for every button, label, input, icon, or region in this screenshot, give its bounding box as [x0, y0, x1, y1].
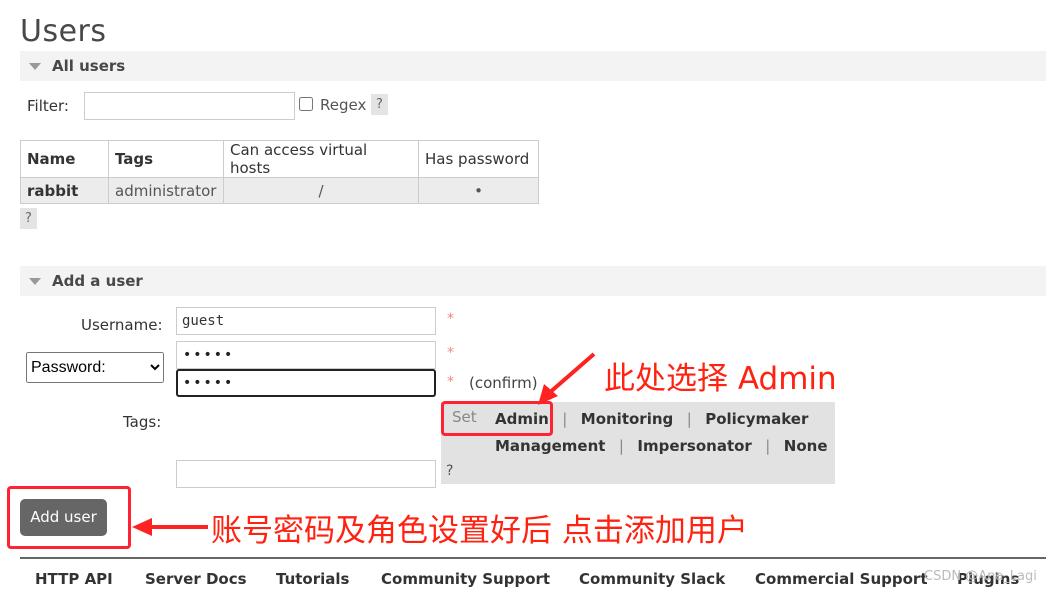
footer-link-tutorials[interactable]: Tutorials — [276, 570, 349, 588]
add-user-highlight-box — [7, 486, 131, 549]
page-title: Users — [20, 14, 107, 49]
table-row[interactable]: rabbit administrator / • — [20, 177, 539, 204]
tag-option-monitoring[interactable]: Monitoring — [581, 410, 673, 428]
password-required-mark: * — [447, 345, 454, 361]
filter-input[interactable] — [84, 92, 295, 120]
column-header-tags: Tags — [108, 140, 224, 178]
users-table: Name Tags Can access virtual hosts Has p… — [20, 140, 539, 204]
user-name-link[interactable]: rabbit — [20, 177, 109, 204]
confirm-label: (confirm) — [469, 374, 538, 392]
user-vhosts: / — [223, 177, 419, 204]
add-user-annotation-text: 账号密码及角色设置好后 点击添加用户 — [211, 513, 748, 549]
table-header-row: Name Tags Can access virtual hosts Has p… — [20, 140, 539, 178]
column-header-has-password: Has password — [418, 140, 539, 178]
footer-link-community-slack[interactable]: Community Slack — [579, 570, 725, 588]
tag-options-row-2: Management | Impersonator | None — [495, 437, 828, 455]
column-header-name: Name — [20, 140, 109, 178]
footer-link-http-api[interactable]: HTTP API — [35, 570, 113, 588]
username-required-mark: * — [447, 311, 454, 327]
tags-help-button[interactable]: ? — [446, 463, 453, 479]
filter-help-button[interactable]: ? — [371, 94, 388, 115]
tag-option-policymaker[interactable]: Policymaker — [705, 410, 808, 428]
collapse-triangle-icon — [29, 63, 41, 70]
filter-label: Filter: — [27, 97, 69, 115]
column-header-vhosts: Can access virtual hosts — [223, 140, 419, 178]
tag-separator: | — [765, 437, 771, 455]
tag-option-none[interactable]: None — [784, 437, 828, 455]
all-users-section-label: All users — [52, 57, 126, 75]
user-has-password: • — [418, 177, 539, 204]
admin-arrow-icon — [538, 352, 596, 405]
footer-link-community-support[interactable]: Community Support — [381, 570, 550, 588]
user-tags: administrator — [108, 177, 224, 204]
tags-input[interactable] — [176, 460, 436, 488]
password-mode-select[interactable]: Password: — [26, 352, 164, 383]
tag-option-impersonator[interactable]: Impersonator — [637, 437, 751, 455]
tag-separator: | — [686, 410, 692, 428]
regex-label: Regex — [320, 96, 367, 114]
collapse-triangle-icon — [29, 278, 41, 285]
footer-link-server-docs[interactable]: Server Docs — [145, 570, 247, 588]
footer-divider — [20, 557, 1046, 559]
tags-label: Tags: — [123, 413, 162, 431]
add-user-section-label: Add a user — [52, 272, 143, 290]
add-user-section-header[interactable]: Add a user — [20, 266, 1046, 296]
watermark: CSDN @Ana_Lagi — [924, 569, 1037, 584]
all-users-section-header[interactable]: All users — [20, 51, 1046, 81]
username-label: Username: — [81, 316, 163, 334]
admin-annotation-text: 此处选择 Admin — [604, 361, 837, 397]
regex-checkbox[interactable] — [299, 97, 313, 111]
tag-separator: | — [562, 410, 568, 428]
footer-link-commercial-support[interactable]: Commercial Support — [755, 570, 928, 588]
password-input[interactable]: ••••• — [176, 341, 436, 369]
confirm-password-input[interactable]: ••••• — [176, 369, 436, 397]
tag-separator: | — [618, 437, 624, 455]
add-user-arrow-icon — [132, 518, 208, 536]
tag-option-management[interactable]: Management — [495, 437, 605, 455]
table-help-button[interactable]: ? — [20, 208, 37, 229]
confirm-required-mark: * — [447, 374, 454, 390]
username-input[interactable] — [176, 307, 436, 335]
